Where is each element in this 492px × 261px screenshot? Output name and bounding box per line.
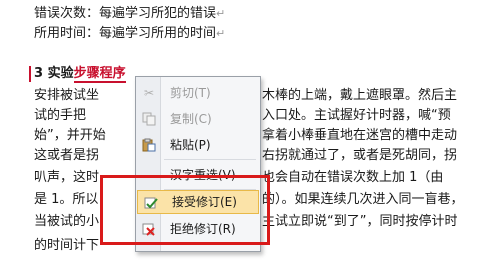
paragraph-mark: ↵: [216, 27, 226, 40]
doc-line-text: 所用时间：每遍学习所用的时间: [34, 26, 217, 41]
doc-line-text: 是 1。所以: [34, 192, 99, 207]
copy-icon: [142, 112, 156, 126]
doc-line-text: 这或者是拐: [34, 148, 100, 163]
doc-line-text: 叭声，这时: [34, 170, 100, 185]
doc-line-8-right: 也会自动在错误次数上加 1（由: [262, 170, 443, 186]
doc-line-10-right: 主试立即说“到了”，同时按停计时: [262, 214, 457, 230]
doc-line-2: 所用时间：每遍学习所用的时间↵: [34, 26, 225, 42]
doc-line-5: 试的手把: [34, 108, 86, 124]
doc-line-text: 入口处。主试握好计时器，喊“预: [262, 108, 451, 123]
menu-separator: [164, 159, 256, 160]
doc-line-text: 的时间计下: [34, 238, 100, 253]
doc-line-text: 主试立即说“到了”，同时按停计时: [262, 214, 458, 229]
doc-line-text: 右拐就通过了，或者是死胡同，拐: [262, 148, 458, 163]
doc-line-text: 试的手把: [34, 108, 87, 123]
doc-line-text: 拿着小棒垂直地在迷宫的槽中走动: [262, 128, 458, 143]
menu-item-label: 剪切(T): [170, 86, 211, 100]
annotation-highlight-box: [100, 175, 270, 245]
doc-line-4: 安排被试坐: [34, 88, 99, 104]
doc-line-9-right: 的）。如果连续几次进入同一盲巷，: [262, 192, 464, 208]
doc-line-7-right: 右拐就通过了，或者是死胡同，拐: [262, 148, 457, 164]
heading-number: 3 实验: [34, 66, 74, 81]
doc-line-text: 安排被试坐: [34, 88, 100, 103]
doc-line-text: 也会自动在错误次数上加 1（由: [262, 170, 444, 185]
doc-line-6: 始”，并开始: [34, 128, 106, 144]
doc-line-10: 当被试的小: [34, 214, 99, 230]
menu-item-label: 复制(C): [170, 112, 212, 126]
doc-line-4-right: 木棒的上端，戴上遮眼罩。然后主: [262, 88, 457, 104]
doc-line-9: 是 1。所以: [34, 192, 98, 208]
doc-line-8: 叭声，这时: [34, 170, 99, 186]
paragraph-mark: ↵: [216, 7, 226, 20]
doc-line-7: 这或者是拐: [34, 148, 99, 164]
paste-icon: [142, 138, 156, 152]
doc-line-text: 当被试的小: [34, 214, 100, 229]
menu-item-cut[interactable]: ✂ 剪切(T): [136, 81, 260, 105]
doc-line-11: 的时间计下: [34, 238, 99, 254]
menu-item-label: 粘贴(P): [170, 138, 211, 152]
section-heading: 3 实验步骤程序: [34, 66, 126, 83]
doc-line-6-right: 拿着小棒垂直地在迷宫的槽中走动: [262, 128, 457, 144]
scissors-icon: ✂: [143, 86, 155, 100]
doc-line-1: 错误次数：每遍学习所犯的错误↵: [34, 6, 225, 22]
doc-line-text: 的）。如果连续几次进入同一盲巷，: [262, 192, 464, 207]
selected-revision-text[interactable]: 步骤程序: [73, 66, 126, 83]
doc-line-text: 错误次数：每遍学习所犯的错误: [34, 6, 217, 21]
menu-item-paste[interactable]: 粘贴(P): [136, 133, 260, 157]
doc-line-text: 木棒的上端，戴上遮眼罩。然后主: [262, 88, 458, 103]
doc-line-5-right: 入口处。主试握好计时器，喊“预: [262, 108, 451, 124]
menu-item-copy[interactable]: 复制(C): [136, 107, 260, 131]
doc-line-text: 始”，并开始: [34, 128, 106, 143]
text-cursor: [29, 66, 31, 82]
